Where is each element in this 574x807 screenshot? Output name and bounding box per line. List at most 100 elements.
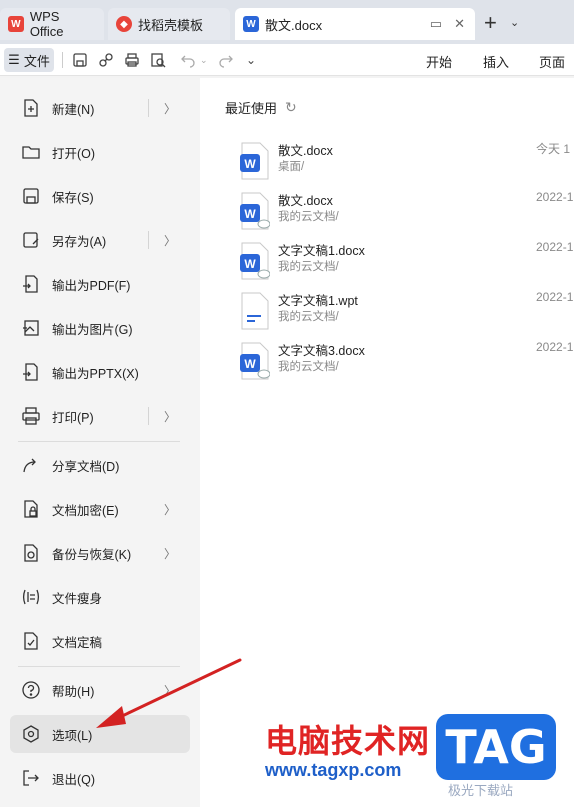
quick-toolbar: ☰ 文件 ⌄ ⌄ 开始 插入 页面 <box>0 44 574 76</box>
chevron-right-icon[interactable]: 〉 <box>164 408 176 425</box>
word-cloud-doc-icon: W <box>240 342 270 380</box>
recent-file-row[interactable]: W 文字文稿1.docx 我的云文档/ 2022-1 <box>238 240 574 286</box>
menu-label: 选项(L) <box>52 728 93 743</box>
file-name: 散文.docx <box>278 144 333 158</box>
menu-label: 备份与恢复(K) <box>52 547 132 562</box>
menu-item-help[interactable]: 帮助(H) 〉 <box>10 671 190 709</box>
new-tab-plus-icon[interactable]: + <box>484 12 497 34</box>
menu-label: 保存(S) <box>52 190 94 205</box>
svg-text:W: W <box>244 207 256 221</box>
window-monitor-icon[interactable]: ▭ <box>430 16 442 32</box>
svg-text:W: W <box>244 157 256 171</box>
menu-item-export-pptx[interactable]: 输出为PPTX(X) <box>10 353 190 391</box>
file-name: 文字文稿1.docx <box>278 244 365 258</box>
watermark-url: www.tagxp.com <box>265 760 402 780</box>
file-menu-button[interactable]: ☰ 文件 <box>4 48 54 72</box>
chevron-right-icon[interactable]: 〉 <box>164 501 176 518</box>
file-location: 我的云文档/ <box>278 211 339 223</box>
file-date: 今天 1 <box>536 142 571 156</box>
export-pdf-icon <box>20 273 42 295</box>
undo-icon[interactable] <box>180 52 196 68</box>
watermark-site-name: 电脑技术网 <box>265 723 431 759</box>
chevron-right-icon[interactable]: 〉 <box>164 232 176 249</box>
word-cloud-doc-icon: W <box>240 192 270 230</box>
menu-item-exit[interactable]: 退出(Q) <box>10 759 190 797</box>
chevron-right-icon[interactable]: 〉 <box>164 682 176 699</box>
print-icon[interactable] <box>124 52 140 68</box>
menu-item-save-as[interactable]: 另存为(A) 〉 <box>10 221 190 259</box>
save-as-icon <box>20 229 42 251</box>
watermark-tag-badge: TAG <box>436 714 556 780</box>
menu-label: 输出为PDF(F) <box>52 278 131 293</box>
menu-divider <box>148 99 149 117</box>
menu-item-encrypt[interactable]: 文档加密(E) 〉 <box>10 490 190 528</box>
help-icon <box>20 679 42 701</box>
tab-docer-templates[interactable]: ◆ 找稻壳模板 <box>108 8 230 40</box>
menu-label: 输出为图片(G) <box>52 322 133 337</box>
refresh-icon[interactable]: ↻ <box>285 99 297 116</box>
file-name: 文字文稿1.wpt <box>278 294 358 308</box>
file-slim-icon <box>20 586 42 608</box>
save-icon[interactable] <box>72 52 88 68</box>
finalize-icon <box>20 630 42 652</box>
chevron-right-icon[interactable]: 〉 <box>164 100 176 117</box>
save-icon <box>20 185 42 207</box>
undo-dropdown-icon[interactable]: ⌄ <box>200 55 216 71</box>
recent-file-row[interactable]: W 散文.docx 桌面/ 今天 1 <box>238 140 574 186</box>
menu-label: 输出为PPTX(X) <box>52 366 139 381</box>
menu-item-open[interactable]: 打开(O) <box>10 133 190 171</box>
recent-title: 最近使用 <box>225 101 278 116</box>
menu-item-new[interactable]: 新建(N) 〉 <box>10 89 190 127</box>
menu-divider <box>148 231 149 249</box>
share-icon <box>20 454 42 476</box>
backup-icon <box>20 542 42 564</box>
file-location: 我的云文档/ <box>278 311 339 323</box>
menu-label: 帮助(H) <box>52 684 95 699</box>
print-preview-icon[interactable] <box>150 52 166 68</box>
menu-item-export-pdf[interactable]: 输出为PDF(F) <box>10 265 190 303</box>
recent-files-panel: 最近使用 ↻ W 散文.docx 桌面/ 今天 1 W 散文.docx 我的云文… <box>200 78 574 807</box>
file-date: 2022-1 <box>536 340 574 354</box>
menu-item-export-image[interactable]: 输出为图片(G) <box>10 309 190 347</box>
exit-icon <box>20 767 42 789</box>
chevron-right-icon[interactable]: 〉 <box>164 545 176 562</box>
redo-icon[interactable] <box>218 52 234 68</box>
recent-file-row[interactable]: 文字文稿1.wpt 我的云文档/ 2022-1 <box>238 290 574 336</box>
export-pptx-icon <box>20 361 42 383</box>
menu-label: 退出(Q) <box>52 772 96 787</box>
ribbon-tab-page[interactable]: 页面 <box>539 52 565 71</box>
ribbon-tab-home[interactable]: 开始 <box>426 52 452 71</box>
tab-label: 散文.docx <box>265 17 323 33</box>
menu-label: 打印(P) <box>52 410 94 425</box>
chevron-down-icon[interactable]: ⌄ <box>510 16 519 29</box>
recent-file-row[interactable]: W 文字文稿3.docx 我的云文档/ 2022-1 <box>238 340 574 386</box>
close-tab-icon[interactable]: ✕ <box>454 16 465 32</box>
ribbon-tab-insert[interactable]: 插入 <box>483 52 509 71</box>
menu-item-options[interactable]: 选项(L) <box>10 715 190 753</box>
more-dropdown-icon[interactable]: ⌄ <box>246 53 262 69</box>
wpt-template-icon <box>241 292 269 330</box>
link-icon[interactable] <box>98 52 114 68</box>
recent-file-row[interactable]: W 散文.docx 我的云文档/ 2022-1 <box>238 190 574 236</box>
watermark-subtitle: 极光下载站 <box>448 783 514 798</box>
folder-open-icon <box>20 141 42 163</box>
menu-item-print[interactable]: 打印(P) 〉 <box>10 397 190 435</box>
menu-section-divider <box>18 441 180 442</box>
file-name: 文字文稿3.docx <box>278 344 365 358</box>
menu-item-save[interactable]: 保存(S) <box>10 177 190 215</box>
svg-text:W: W <box>244 257 256 271</box>
menu-label: 打开(O) <box>52 146 96 161</box>
tab-wps-office[interactable]: W WPS Office <box>0 8 104 40</box>
docer-logo-icon: ◆ <box>116 16 132 32</box>
menu-label: 分享文档(D) <box>52 459 120 474</box>
tab-document[interactable]: W 散文.docx ▭ ✕ <box>235 8 475 40</box>
menu-item-backup[interactable]: 备份与恢复(K) 〉 <box>10 534 190 572</box>
menu-label: 文档加密(E) <box>52 503 119 518</box>
toolbar-divider <box>62 52 63 68</box>
menu-item-share[interactable]: 分享文档(D) <box>10 446 190 484</box>
new-file-icon <box>20 97 42 119</box>
wps-logo-icon: W <box>8 16 24 32</box>
settings-hexagon-icon <box>20 723 42 745</box>
menu-item-finalize[interactable]: 文档定稿 <box>10 622 190 660</box>
menu-item-file-slim[interactable]: 文件瘦身 <box>10 578 190 616</box>
